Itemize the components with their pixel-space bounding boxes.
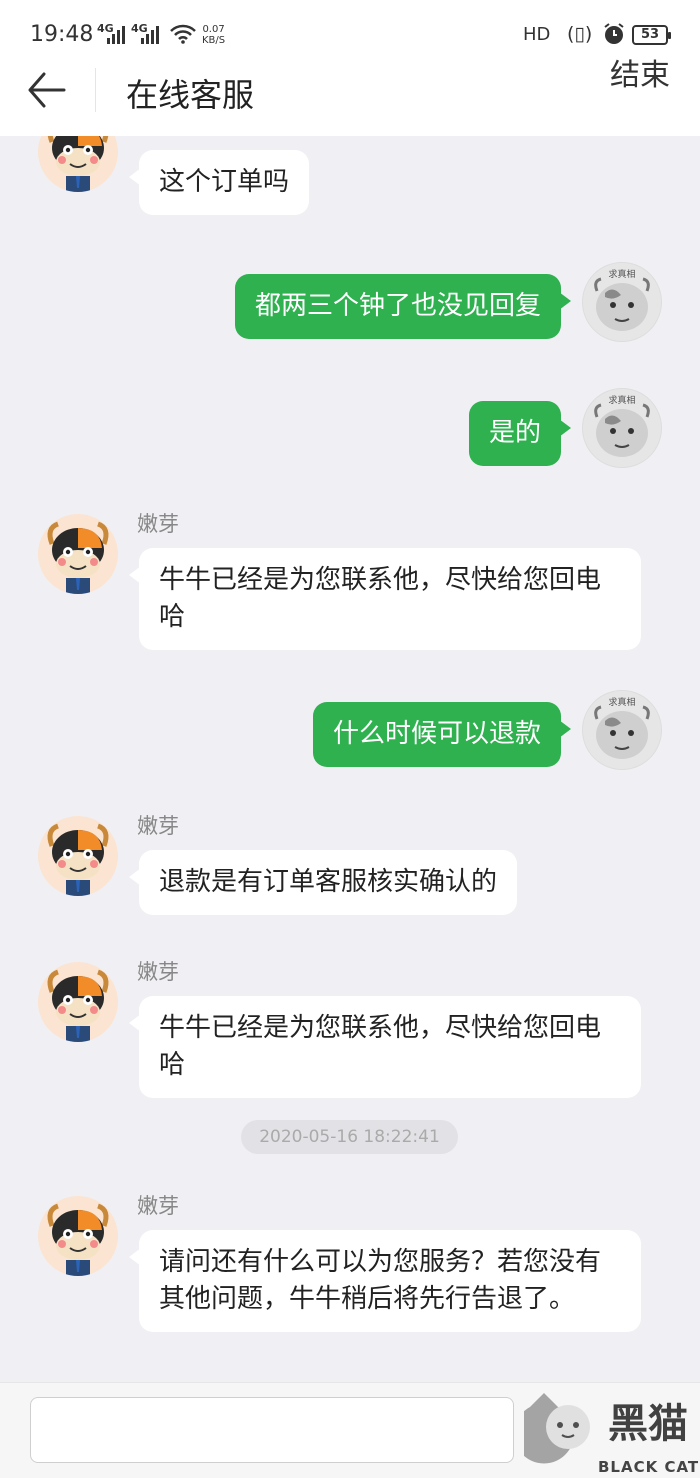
message-bubble-agent: 这个订单吗 [128, 150, 310, 215]
signal-2-icon [141, 26, 159, 44]
user-avatar-label: 求真相 [608, 268, 635, 280]
agent-name: 嫩芽 [137, 814, 179, 838]
arrow-left-icon [28, 72, 66, 108]
wifi-icon [170, 24, 196, 44]
watermark-logo-text: 黑猫 [608, 1401, 688, 1447]
chat-messages: 这个订单吗 都两三个钟了也没见回复 求真相 是的 求真相 嫩芽 牛牛已经是为您联… [0, 136, 700, 1382]
cartoon-cow-icon: 求真相 [594, 394, 650, 457]
agent-avatar [38, 1196, 118, 1276]
battery-icon: 53 [632, 25, 671, 45]
cartoon-cow-icon: 求真相 [594, 268, 650, 331]
agent-avatar [38, 136, 118, 192]
message-bubble-agent: 退款是有订单客服核实确认的 [128, 850, 518, 915]
header-divider [95, 68, 96, 112]
cow-mascot-icon [47, 521, 109, 594]
user-avatar-label: 求真相 [608, 696, 635, 708]
message-bubble-user: 都两三个钟了也没见回复 [234, 274, 572, 339]
back-button[interactable] [24, 68, 74, 114]
agent-avatar [38, 962, 118, 1042]
vibrate-icon: (▯) [567, 23, 593, 45]
user-avatar: 求真相 [582, 690, 662, 770]
cartoon-cow-icon: 求真相 [594, 696, 650, 759]
message-bubble-agent: 牛牛已经是为您联系他，尽快给您回电哈 [129, 996, 641, 1098]
message-input[interactable] [30, 1397, 514, 1463]
message-bubble-agent: 牛牛已经是为您联系他，尽快给您回电哈 [129, 548, 641, 650]
net-speed-unit: KB/S [202, 35, 226, 46]
agent-name: 嫩芽 [137, 960, 179, 984]
message-bubble-agent: 请问还有什么可以为您服务？若您没有其他问题，牛牛稍后将先行告退了。 [129, 1230, 641, 1332]
signal-1-icon [107, 26, 125, 44]
battery-level: 53 [640, 27, 660, 42]
message-bubble-user: 什么时候可以退款 [312, 702, 572, 767]
hd-indicator: HD [523, 24, 551, 45]
user-avatar: 求真相 [582, 388, 662, 468]
alarm-icon [604, 23, 624, 44]
agent-name: 嫩芽 [137, 512, 179, 536]
chat-header: 在线客服 结束 [0, 58, 700, 136]
input-bar: 黑猫 [0, 1382, 700, 1478]
page-title: 在线客服 [126, 76, 255, 114]
status-bar: 19:48 4G 4G 0.07 KB/S HD (▯) 53 [0, 0, 700, 66]
net-speed: 0.07 KB/S [202, 24, 225, 46]
status-time: 19:48 [30, 22, 94, 47]
net-speed-value: 0.07 [202, 24, 225, 35]
cow-mascot-icon [47, 969, 109, 1042]
user-avatar: 求真相 [582, 262, 662, 342]
end-chat-button[interactable]: 结束 [610, 50, 670, 94]
agent-avatar [38, 514, 118, 594]
agent-name: 嫩芽 [137, 1194, 179, 1218]
watermark-text: BLACK CAT [598, 1458, 700, 1476]
agent-avatar [38, 816, 118, 896]
chat-timestamp: 2020-05-16 18:22:41 [241, 1120, 458, 1154]
cow-mascot-icon [47, 1203, 109, 1276]
cow-mascot-icon [47, 136, 109, 192]
message-bubble-user: 是的 [468, 401, 572, 466]
user-avatar-label: 求真相 [608, 394, 635, 406]
cow-mascot-icon [47, 823, 109, 896]
